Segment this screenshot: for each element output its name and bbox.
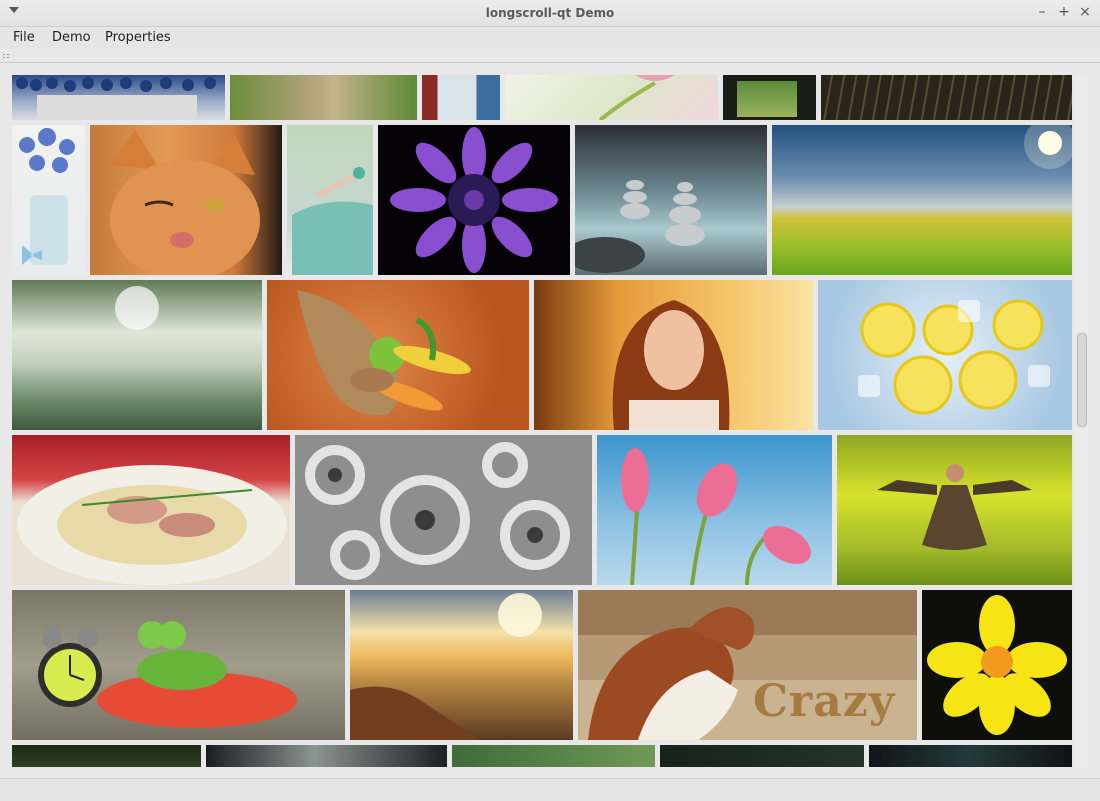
photo-dark-landscape[interactable] <box>660 745 864 767</box>
menu-bar: File Demo Properties <box>0 27 1100 49</box>
window-pane <box>737 81 797 117</box>
tulips-graphic <box>621 448 811 585</box>
portrait-graphic <box>612 300 730 430</box>
plate-graphic <box>17 465 287 585</box>
status-bar <box>0 778 1100 801</box>
maximize-icon[interactable]: + <box>1056 4 1072 20</box>
car-legs-graphic <box>292 167 373 275</box>
photo-woman-flower-field[interactable] <box>837 435 1072 585</box>
photo-green-meadow[interactable] <box>452 745 655 767</box>
daffodil-graphic <box>927 595 1067 735</box>
photo-pink-tulip[interactable] <box>505 75 718 120</box>
photo-butterfly-window[interactable] <box>422 75 500 120</box>
minimize-icon[interactable]: – <box>1034 4 1050 20</box>
menu-properties[interactable]: Properties <box>105 30 171 45</box>
photo-frog-clock[interactable] <box>12 590 345 740</box>
window-title: longscroll-qt Demo <box>485 6 615 20</box>
photo-stone-cairns[interactable] <box>575 125 767 275</box>
blueberries-graphic <box>16 77 216 120</box>
toolbar-grip[interactable] <box>3 54 11 60</box>
lemons-graphic <box>858 299 1050 415</box>
photo-legs-car[interactable] <box>287 125 373 275</box>
photo-forget-me-not[interactable] <box>12 125 85 275</box>
photo-lemon-slices[interactable] <box>818 280 1072 430</box>
photo-red-hair-woman[interactable] <box>534 280 813 430</box>
cairns-graphic <box>575 180 705 273</box>
cat-face-graphic <box>110 130 260 275</box>
photo-cornucopia[interactable] <box>267 280 529 430</box>
crazy-sign-text: Crazy <box>753 676 896 727</box>
close-icon[interactable]: × <box>1077 4 1093 20</box>
photo-window-view[interactable] <box>723 75 816 120</box>
photo-pasta-plate[interactable] <box>12 435 290 585</box>
photo-dirt-road[interactable] <box>230 75 417 120</box>
cornucopia-graphic <box>297 290 471 416</box>
title-bar: longscroll-qt Demo – + × <box>0 0 1100 27</box>
gerbera-graphic <box>390 127 558 273</box>
photo-piano[interactable] <box>821 75 1072 120</box>
vertical-scrollbar[interactable] <box>1075 75 1088 767</box>
photo-purple-gerbera[interactable] <box>378 125 570 275</box>
sunburst-graphic <box>115 286 159 330</box>
photo-waterfall[interactable] <box>206 745 447 767</box>
sunrise-graphic <box>350 593 542 740</box>
sun-graphic <box>1024 125 1072 169</box>
photo-yellow-daffodil[interactable] <box>922 590 1072 740</box>
frog-clock-graphic <box>38 621 297 728</box>
photo-dark-portrait[interactable] <box>869 745 1072 767</box>
photo-misty-sunrise[interactable] <box>350 590 573 740</box>
menu-demo[interactable]: Demo <box>52 30 91 45</box>
gears-graphic <box>305 442 570 580</box>
photo-pink-tulips[interactable] <box>597 435 832 585</box>
image-scroll-area[interactable]: Crazy <box>12 75 1088 767</box>
scrollbar-thumb[interactable] <box>1077 333 1087 427</box>
photo-dark-forest[interactable] <box>12 745 201 767</box>
photo-ginger-cat[interactable] <box>90 125 282 275</box>
photo-blueberry-bowl[interactable] <box>12 75 225 120</box>
photo-frosted-grass[interactable] <box>12 280 262 430</box>
flowers-in-jar-graphic <box>19 128 75 265</box>
photo-crazy-horses[interactable]: Crazy <box>578 590 917 740</box>
photo-green-field[interactable] <box>772 125 1072 275</box>
menu-file[interactable]: File <box>13 30 35 45</box>
woman-field-graphic <box>877 464 1032 550</box>
photo-metal-gears[interactable] <box>295 435 592 585</box>
divider <box>0 62 1100 63</box>
tulip-graphic <box>598 75 675 120</box>
